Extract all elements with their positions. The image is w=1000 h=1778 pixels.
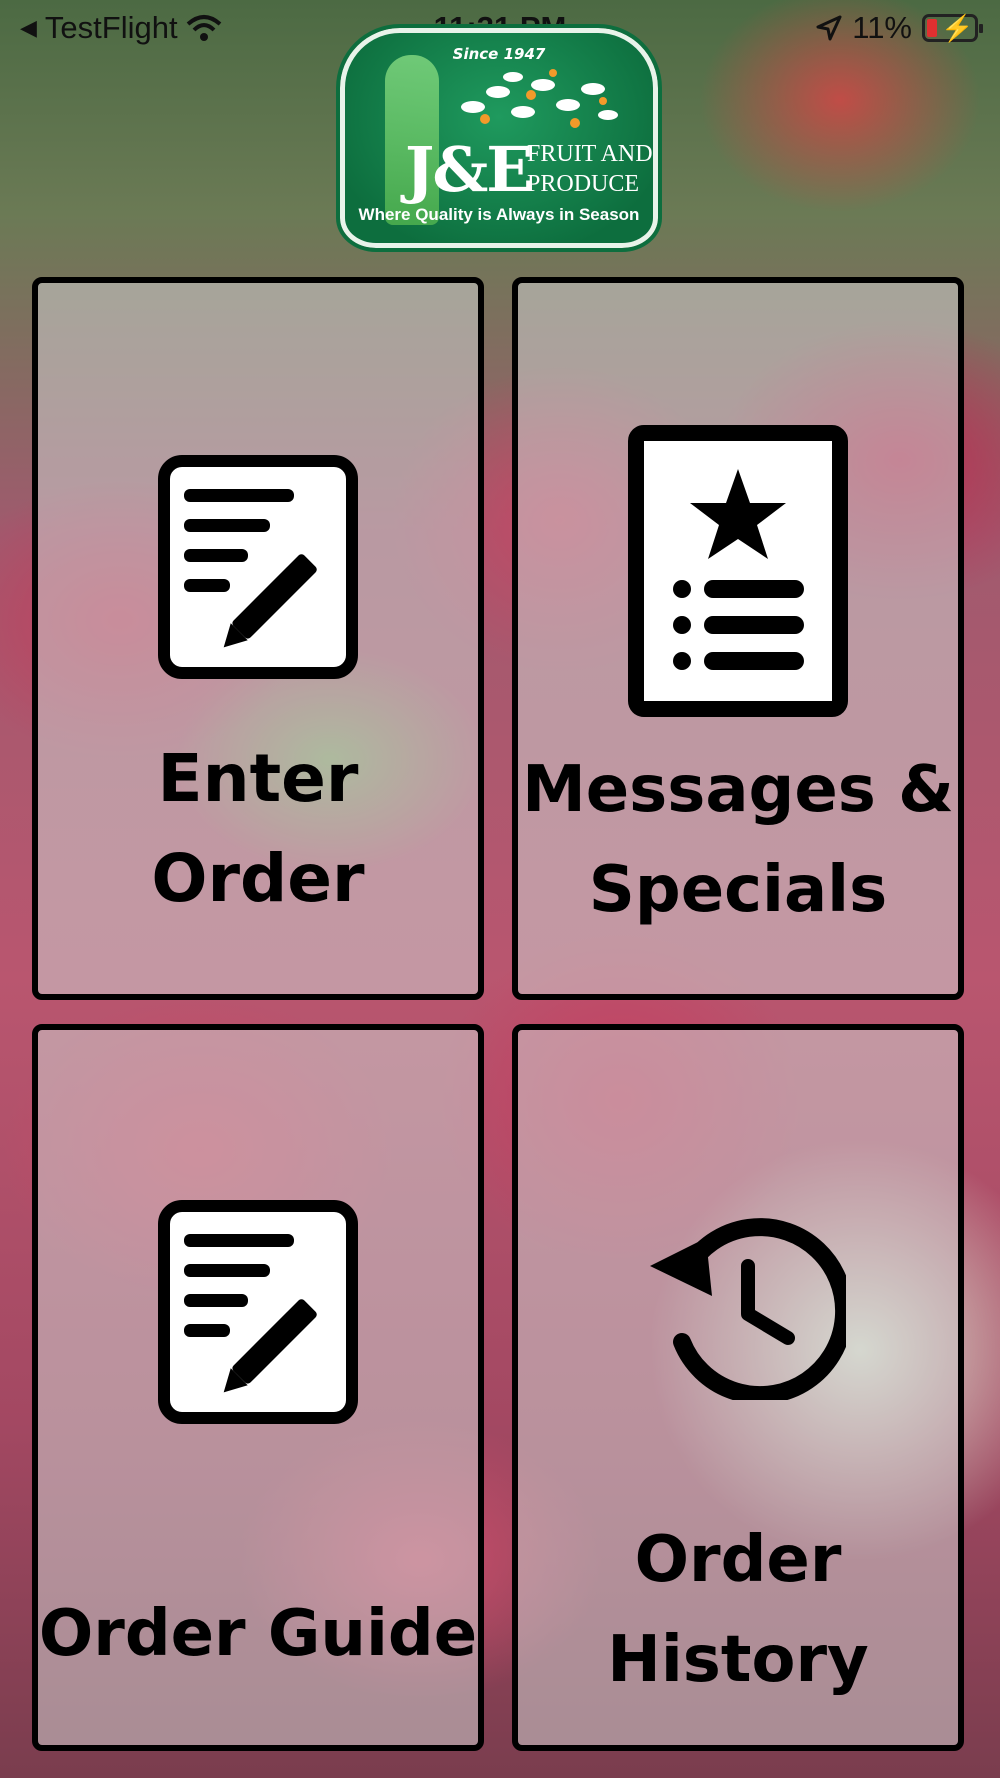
order-history-label: Order History: [518, 1510, 958, 1710]
logo-name-line1: FRUIT AND: [527, 141, 653, 167]
enter-order-line1: Enter: [157, 740, 359, 817]
location-arrow-icon: [816, 15, 842, 41]
company-logo: Since 1947 J&E FRUIT AND PRODUCE Where Q…: [336, 24, 662, 252]
logo-brand: J&E: [405, 133, 534, 206]
tree-graphic: [461, 69, 618, 128]
enter-order-label: Enter Order: [38, 729, 478, 929]
logo-since: Since 1947: [452, 45, 546, 63]
history-icon: [650, 1218, 846, 1400]
featured-list-icon: [628, 425, 848, 717]
logo-tagline: Where Quality is Always in Season: [358, 205, 640, 224]
enter-order-line2: Order: [151, 840, 365, 917]
order-history-button[interactable]: Order History: [512, 1024, 964, 1751]
messages-specials-line2: Specials: [588, 853, 888, 927]
order-guide-label: Order Guide: [38, 1584, 478, 1684]
messages-specials-label: Messages & Specials: [518, 740, 958, 940]
logo-name: FRUIT AND PRODUCE: [527, 139, 653, 199]
battery-icon: ⚡: [922, 13, 983, 43]
enter-order-button[interactable]: Enter Order: [32, 277, 484, 1000]
logo-name-line2: PRODUCE: [527, 171, 640, 197]
edit-document-icon: [158, 1200, 358, 1424]
order-guide-button[interactable]: Order Guide: [32, 1024, 484, 1751]
messages-specials-button[interactable]: Messages & Specials: [512, 277, 964, 1000]
order-history-line2: History: [607, 1623, 869, 1697]
order-history-line1: Order: [634, 1523, 842, 1597]
messages-specials-line1: Messages &: [522, 753, 954, 827]
battery-percent: 11%: [852, 10, 912, 45]
edit-document-icon: [158, 455, 358, 679]
order-guide-line1: Order Guide: [38, 1597, 478, 1671]
